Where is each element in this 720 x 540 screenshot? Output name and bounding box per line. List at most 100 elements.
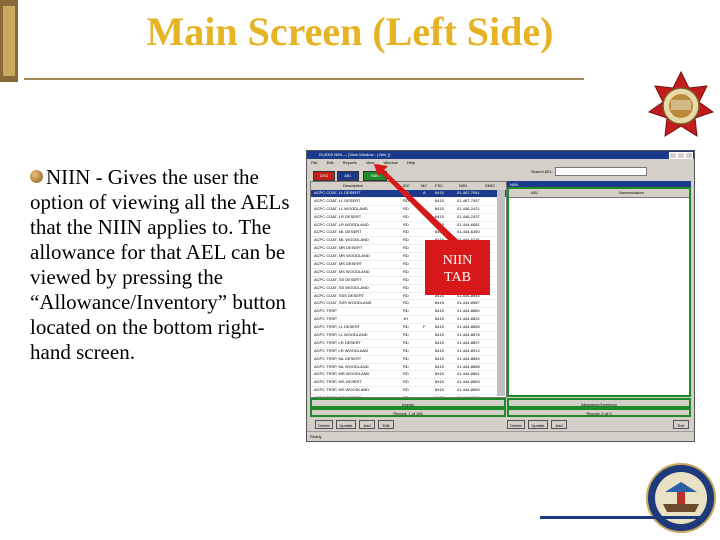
cell-fsc: 8415 xyxy=(435,355,444,361)
inquiry-label: Inquiry xyxy=(401,402,414,407)
cell-description: ACPC COAT, SSS WOODLAND xyxy=(314,300,372,306)
table-row[interactable]: ACPC TRSP, ML DESERT RD 8415 01-444-8854 xyxy=(311,356,506,364)
cell-mc: F xyxy=(423,324,426,330)
left-record-box: Record: 1 of 184 xyxy=(310,408,506,417)
table-row[interactable]: ACPC TRSP RD 8415 01-444-8860 xyxy=(311,308,506,317)
cell-niin: 01-444-8855 xyxy=(457,387,480,393)
allowance-inventory-label: Allowance/Inventory xyxy=(581,402,617,407)
cell-description: ACPC TRSP xyxy=(314,316,337,322)
cell-niin: 01-444-8897 xyxy=(457,339,480,345)
cell-idc: RD xyxy=(403,371,409,377)
slide-body: NIIN - Gives the user the option of view… xyxy=(30,165,295,365)
col-ael[interactable]: AEL xyxy=(531,190,539,195)
maximize-icon[interactable] xyxy=(677,152,685,159)
left-accent-bar xyxy=(0,0,18,82)
table-row[interactable]: ACPC TRSP, ML WOODLAND RD 8415 01-444-8858 xyxy=(311,364,506,372)
cell-description: ACPC COAT, LL DESERT xyxy=(314,197,361,203)
cell-idc: RD xyxy=(403,363,409,369)
cell-niin: 01-444-8876 xyxy=(457,332,480,338)
right-record-box: Record: 0 of 0 xyxy=(507,408,691,417)
title-rule xyxy=(24,78,584,80)
menu-file[interactable]: File xyxy=(311,160,317,165)
table-row[interactable]: ACPC COAT, SSS WOODLAND RD 8415 01-444-8987 xyxy=(311,300,506,309)
cell-idc: RD xyxy=(403,308,409,314)
table-row[interactable]: ACPC TRSP, MR WOODLAND RD 8415 01-444-8861 xyxy=(311,371,506,380)
callout-line-2: TAB xyxy=(444,270,471,285)
table-row[interactable]: ACPC TRSP 1H 8415 01-444-8832 xyxy=(311,316,506,325)
cell-idc: RD xyxy=(403,355,409,361)
callout-text: NIIN TAB xyxy=(425,252,490,286)
minimize-icon[interactable] xyxy=(669,152,677,159)
cell-description: ACPC COAT, ML DESERT xyxy=(314,229,362,235)
table-row[interactable]: ACPC TRSP, LR DESERT RD 8415 01-444-8897 xyxy=(311,340,506,348)
cell-fsc: 8415 xyxy=(435,308,444,314)
cell-description: ACPC COAT, MS WOODLAND xyxy=(314,268,370,274)
cell-description: ACPC TRSP, LR WOODLAND xyxy=(314,347,369,353)
cell-niin: 01-444-8912 xyxy=(457,347,480,353)
cell-idc: RD xyxy=(403,276,409,282)
cell-idc: RD xyxy=(403,268,409,274)
right-add-button[interactable]: Add xyxy=(551,420,567,429)
damage-control-logo-icon xyxy=(647,70,715,137)
grid-scrollbar[interactable] xyxy=(497,190,505,396)
right-exit-button[interactable]: Exit xyxy=(673,420,689,429)
cell-niin: 01-444-8860 xyxy=(457,308,480,314)
cell-niin: 01-444-8854 xyxy=(457,355,480,361)
cell-fsc: 8415 xyxy=(435,332,444,338)
table-row[interactable]: ACPC TRSP, LL DESERT RD F 8415 01-444-8855 xyxy=(311,324,506,333)
col-smic[interactable]: SMIC xyxy=(485,183,495,188)
cell-fsc: 8415 xyxy=(435,371,444,377)
right-update-button[interactable]: Update xyxy=(528,420,548,429)
table-row[interactable]: ACPC TRSP, LR WOODLAND RD 8415 01-444-8912 xyxy=(311,348,506,356)
col-nomenclature[interactable]: Nomenclature xyxy=(619,190,644,195)
menu-edit[interactable]: Edit xyxy=(327,160,334,165)
cell-niin: 01-444-8855 xyxy=(457,324,480,330)
cell-fsc: 8415 xyxy=(435,339,444,345)
left-update-button[interactable]: Update xyxy=(336,420,356,429)
tab-dvd[interactable]: DVD xyxy=(313,171,335,181)
left-accent-bar-inner xyxy=(3,6,15,76)
cell-description: ACPC TRSP, MS WOODLAND xyxy=(314,387,370,393)
right-record-text: Record: 0 of 0 xyxy=(586,411,612,416)
cell-description: ACPC COAT, SS WOODLAND xyxy=(314,284,369,290)
niin-tab-callout: NIIN TAB xyxy=(425,240,490,295)
cell-fsc: 8415 xyxy=(435,300,444,306)
table-row[interactable]: ACPC TRSP, MS WOODLAND RD 8415 01-444-8855 xyxy=(311,387,506,396)
right-grid-header: AEL Nomenclature xyxy=(509,189,689,198)
allowance-inventory-button[interactable]: Allowance/Inventory xyxy=(507,398,691,408)
left-delete-button[interactable]: Delete xyxy=(315,420,333,429)
cell-idc: RD xyxy=(403,292,409,298)
bullet-icon xyxy=(30,170,43,183)
left-record-text: Record: 1 of 184 xyxy=(393,411,423,416)
left-add-button[interactable]: Add xyxy=(359,420,375,429)
cell-description: ACPC TRSP, ML DESERT xyxy=(314,355,362,361)
cell-niin: 01-444-8858 xyxy=(457,363,480,369)
inquiry-box[interactable]: Inquiry xyxy=(310,398,506,408)
callout-arrow-icon xyxy=(374,164,458,244)
cell-idc: RD xyxy=(403,253,409,259)
cell-fsc: 8415 xyxy=(435,387,444,393)
slide-title: Main Screen (Left Side) xyxy=(146,9,554,54)
cell-description: ACPC TRSP, LL DESERT xyxy=(314,324,361,330)
cell-niin: 01-444-8861 xyxy=(457,371,480,377)
ael-allowance-panel: AEL Nomenclature xyxy=(507,187,691,397)
cell-fsc: 8415 xyxy=(435,324,444,330)
tab-ael[interactable]: AEL xyxy=(337,171,359,181)
cell-fsc: 8415 xyxy=(435,347,444,353)
table-row[interactable]: ACPC TRSP, LL WOODLAND RD 8415 01-444-8876 xyxy=(311,332,506,340)
cell-description: ACPC COAT, MR DESERT xyxy=(314,245,363,251)
right-delete-button[interactable]: Delete xyxy=(507,420,525,429)
cell-niin: 01-444-8853 xyxy=(457,379,480,385)
table-row[interactable]: ACPC TRSP, MS DESERT RD 8415 01-444-8853 xyxy=(311,379,506,388)
cell-description: ACPC TRSP, MR WOODLAND xyxy=(314,371,370,377)
left-edit-button[interactable]: Edit xyxy=(378,420,394,429)
menu-reports[interactable]: Reports xyxy=(343,160,357,165)
close-icon[interactable] xyxy=(685,152,693,159)
cell-description: ACPC TRSP, LL WOODLAND xyxy=(314,332,368,338)
cell-description: ACPC TRSP, ML WOODLAND xyxy=(314,363,369,369)
cell-fsc: 8415 xyxy=(435,363,444,369)
search-input[interactable] xyxy=(555,167,647,176)
cell-niin: 01-444-8832 xyxy=(457,316,480,322)
cell-idc: RD xyxy=(403,379,409,385)
cell-idc: RD xyxy=(403,332,409,338)
